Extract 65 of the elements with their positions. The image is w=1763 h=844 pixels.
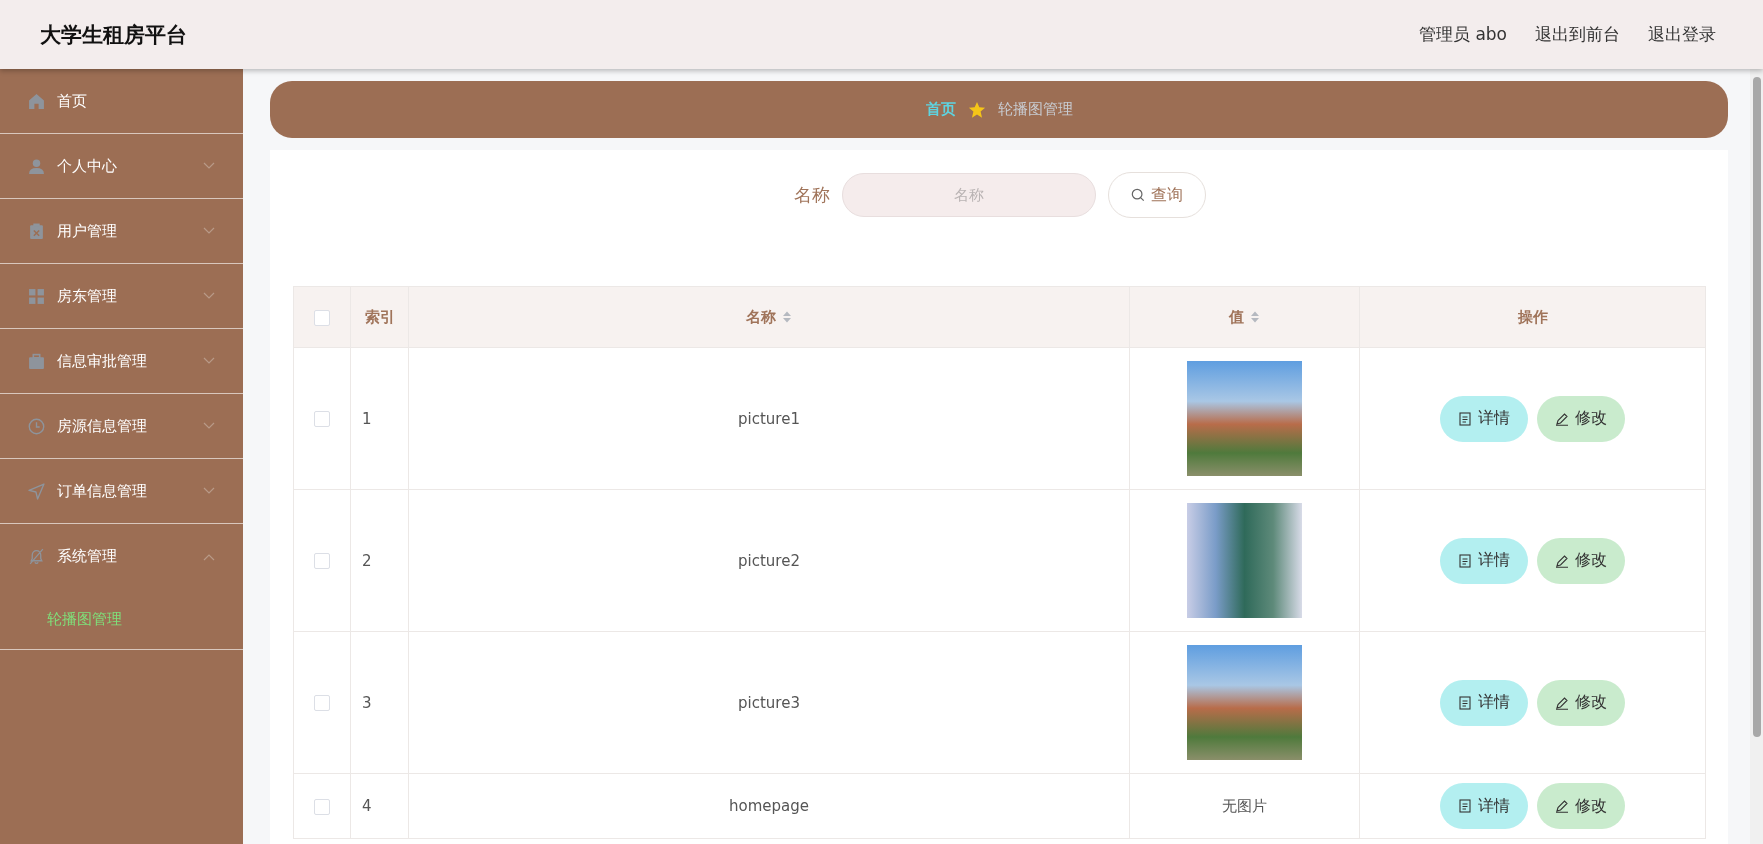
chevron-icon — [203, 162, 215, 170]
scrollbar[interactable] — [1750, 69, 1763, 844]
table-cell: 2 — [362, 551, 372, 570]
clipboard-icon — [28, 222, 45, 240]
pencil-icon — [1555, 695, 1569, 710]
sort-icon[interactable] — [782, 310, 792, 324]
sort-icon[interactable] — [1250, 310, 1260, 324]
details-button[interactable]: 详情 — [1440, 395, 1528, 442]
pencil-icon — [1555, 411, 1569, 426]
bell-off-icon — [28, 548, 45, 565]
pencil-icon — [1555, 799, 1569, 813]
document-icon — [1458, 695, 1472, 710]
table-cell: homepage — [729, 797, 809, 815]
details-button[interactable]: 详情 — [1440, 783, 1528, 829]
row-checkbox[interactable] — [314, 553, 330, 569]
breadcrumb-current: 轮播图管理 — [997, 100, 1073, 119]
row-checkbox[interactable] — [314, 411, 330, 427]
row-checkbox[interactable] — [314, 695, 330, 711]
column-header: 索引 — [364, 307, 395, 327]
table-cell: 1 — [362, 409, 372, 428]
clock-icon — [28, 417, 45, 435]
edit-button[interactable]: 修改 — [1537, 783, 1625, 829]
header-link[interactable]: 管理员 abo — [1419, 23, 1507, 46]
document-icon — [1458, 411, 1472, 426]
chevron-icon — [203, 422, 215, 430]
column-header: 操作 — [1517, 307, 1548, 327]
edit-button[interactable]: 修改 — [1537, 537, 1625, 584]
details-button[interactable]: 详情 — [1440, 537, 1528, 584]
navigation-icon — [28, 482, 45, 500]
table-cell: picture1 — [738, 409, 800, 428]
grid-icon — [28, 287, 45, 305]
sidebar-subitem[interactable]: 轮播图管理 — [47, 609, 122, 629]
select-all-checkbox[interactable] — [314, 309, 330, 326]
table-cell: 无图片 — [1222, 796, 1267, 815]
briefcase-icon — [28, 352, 45, 370]
chevron-icon — [203, 552, 215, 561]
document-icon — [1458, 553, 1472, 568]
row-checkbox[interactable] — [314, 798, 330, 815]
document-icon — [1458, 799, 1472, 813]
pencil-icon — [1555, 553, 1569, 568]
table-cell: picture2 — [738, 551, 800, 570]
header-link[interactable]: 退出到前台 — [1535, 23, 1620, 46]
chevron-icon — [203, 227, 215, 235]
sidebar-item[interactable]: 系统管理 — [0, 524, 243, 589]
chevron-icon — [203, 487, 215, 495]
details-button[interactable]: 详情 — [1440, 679, 1528, 726]
site-title: 大学生租房平台 — [40, 21, 187, 49]
search-icon — [1130, 188, 1145, 202]
star-icon — [967, 100, 986, 119]
header-link[interactable]: 退出登录 — [1648, 23, 1716, 46]
chevron-icon — [203, 292, 215, 300]
chevron-icon — [203, 357, 215, 365]
edit-button[interactable]: 修改 — [1537, 679, 1625, 726]
search-label: 名称 — [793, 183, 830, 207]
user-icon — [28, 157, 45, 175]
table-cell: 4 — [362, 797, 372, 815]
column-header[interactable]: 名称 — [746, 307, 792, 327]
search-field[interactable]: 名称 — [841, 173, 1096, 217]
breadcrumb-link[interactable]: 首页 — [925, 100, 956, 119]
search-button[interactable]: 查询 — [1107, 172, 1206, 218]
table-cell: 3 — [362, 693, 372, 712]
home-icon — [28, 92, 45, 110]
edit-button[interactable]: 修改 — [1537, 395, 1625, 442]
column-header[interactable]: 值 — [1229, 307, 1260, 327]
table-cell: picture3 — [738, 693, 800, 712]
